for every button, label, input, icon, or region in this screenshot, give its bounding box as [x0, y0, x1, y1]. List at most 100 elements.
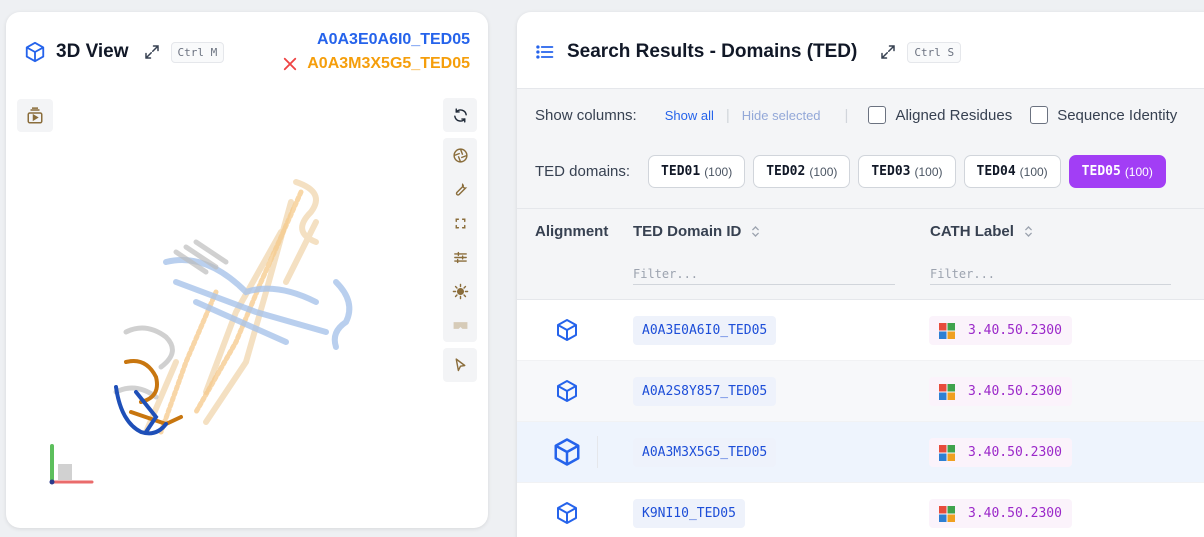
checkbox-box[interactable]: [868, 106, 887, 124]
rotate-icon: [453, 107, 467, 123]
tab-ted03[interactable]: TED03 (100): [858, 155, 956, 188]
3d-view-header: 3D View Ctrl M: [24, 38, 225, 66]
ted-domain-id[interactable]: A0A3E0A6I0_TED05: [633, 316, 777, 345]
checkbox-label: Sequence Identity: [1057, 106, 1178, 124]
cath-code: 3.40.50.2300: [968, 506, 1062, 521]
close-icon[interactable]: [281, 55, 299, 73]
show-columns-row: Show columns: Show all | Hide selected |…: [535, 105, 1195, 125]
cube-icon[interactable]: [555, 501, 579, 525]
column-header-label: TED Domain ID: [633, 223, 742, 240]
aligned-residues-checkbox[interactable]: Aligned Residues: [868, 106, 1012, 124]
checkbox-box[interactable]: [1030, 106, 1049, 124]
tab-ted05[interactable]: TED05 (100): [1068, 155, 1166, 188]
tab-ted01[interactable]: TED01 (100): [648, 155, 746, 188]
column-header-label: CATH Label: [930, 223, 1014, 240]
tab-name: TED05: [1081, 164, 1121, 179]
3d-view-title: 3D View: [56, 41, 129, 62]
search-results-title: Search Results - Domains (TED): [567, 41, 858, 62]
vr-button[interactable]: [443, 308, 477, 342]
cath-logo-icon: [939, 444, 955, 461]
tool-group: [443, 138, 477, 342]
cath-code: 3.40.50.2300: [968, 323, 1062, 338]
separator: |: [844, 106, 849, 124]
tab-name: TED02: [766, 164, 806, 179]
ted-domain-id[interactable]: K9NI10_TED05: [633, 499, 745, 528]
cath-logo-icon: [939, 505, 955, 522]
tab-ted04[interactable]: TED04 (100): [963, 155, 1061, 188]
cube-icon: [25, 41, 45, 63]
rotate-button[interactable]: [443, 98, 477, 132]
cath-filter-input[interactable]: [930, 263, 1171, 285]
3d-view-panel: 3D View Ctrl M A0A3E0A6I0_TED05 A0A3M3X5…: [6, 12, 488, 528]
tab-count: (100): [1019, 164, 1048, 179]
cube-icon[interactable]: [552, 436, 582, 468]
cath-label[interactable]: 3.40.50.2300: [929, 499, 1072, 528]
ted-domain-id[interactable]: A0A2S8Y857_TED05: [633, 377, 777, 406]
cube-icon[interactable]: [555, 379, 579, 403]
aperture-icon: [452, 147, 468, 163]
protein-structure[interactable]: [86, 162, 386, 462]
tab-ted02[interactable]: TED02 (100): [753, 155, 851, 188]
ted-domains-label: TED domains:: [535, 163, 631, 180]
table-row[interactable]: A0A3E0A6I0_TED05 3.40.50.2300: [517, 300, 1204, 361]
sort-icon[interactable]: [1024, 225, 1033, 238]
hide-selected-link[interactable]: Hide selected: [742, 108, 821, 123]
expand-icon[interactable]: [879, 43, 897, 61]
sequence-identity-checkbox[interactable]: Sequence Identity: [1030, 106, 1177, 124]
aperture-button[interactable]: [443, 138, 477, 172]
column-header-label: Alignment: [535, 223, 609, 240]
sort-icon[interactable]: [751, 225, 760, 238]
cube-icon[interactable]: [555, 318, 579, 342]
cath-code: 3.40.50.2300: [968, 384, 1062, 399]
cath-label[interactable]: 3.40.50.2300: [929, 377, 1072, 406]
tab-count: (100): [809, 164, 838, 179]
select-mode-button[interactable]: [443, 348, 477, 382]
cath-label[interactable]: 3.40.50.2300: [929, 438, 1072, 467]
cath-label[interactable]: 3.40.50.2300: [929, 316, 1072, 345]
expand-icon[interactable]: [143, 43, 161, 61]
checkbox-label: Aligned Residues: [895, 106, 1013, 124]
vr-icon: [453, 321, 467, 329]
tab-count: (100): [1124, 164, 1153, 179]
lighting-button[interactable]: [443, 274, 477, 308]
table-row-selected[interactable]: A0A3M3X5G5_TED05 3.40.50.2300: [517, 422, 1204, 483]
shortcut-badge: Ctrl S: [907, 41, 962, 63]
cath-code: 3.40.50.2300: [968, 445, 1062, 460]
shortcut-badge: Ctrl M: [170, 41, 225, 63]
primary-structure-label: A0A3E0A6I0_TED05: [317, 31, 470, 48]
axes-gizmo: [49, 444, 94, 485]
replay-icon: [27, 106, 43, 123]
show-all-link[interactable]: Show all: [665, 108, 714, 123]
ted-domain-id[interactable]: A0A3M3X5G5_TED05: [633, 438, 777, 467]
viewer-toolbar: [443, 98, 477, 388]
table-header: Alignment TED Domain ID CATH Label: [517, 208, 1204, 300]
fullscreen-button[interactable]: [443, 206, 477, 240]
column-header-cath-label[interactable]: CATH Label: [930, 223, 1033, 240]
tab-name: TED04: [976, 164, 1016, 179]
controls-button[interactable]: [443, 240, 477, 274]
list-icon: [536, 45, 554, 59]
ted-id-filter-input[interactable]: [633, 263, 895, 285]
replay-button[interactable]: [17, 99, 53, 132]
ted-domains-row: TED domains: TED01 (100) TED02 (100) TED…: [535, 155, 1174, 188]
search-results-header: Search Results - Domains (TED) Ctrl S: [535, 38, 962, 66]
structure-legend: A0A3E0A6I0_TED05 A0A3M3X5G5_TED05: [281, 28, 470, 76]
cursor-icon: [455, 357, 465, 371]
show-columns-label: Show columns:: [535, 106, 637, 124]
wrench-icon: [455, 182, 467, 196]
results-controls: Show columns: Show all | Hide selected |…: [517, 88, 1204, 208]
tab-count: (100): [914, 164, 943, 179]
column-header-alignment: Alignment: [535, 223, 608, 240]
secondary-structure-row: A0A3M3X5G5_TED05: [281, 52, 470, 76]
settings-button[interactable]: [443, 172, 477, 206]
tab-name: TED03: [871, 164, 911, 179]
secondary-structure-label: A0A3M3X5G5_TED05: [307, 55, 470, 72]
tab-count: (100): [704, 164, 733, 179]
column-header-ted-domain-id[interactable]: TED Domain ID: [633, 223, 760, 240]
fullscreen-icon: [455, 218, 465, 228]
table-row[interactable]: K9NI10_TED05 3.40.50.2300: [517, 483, 1204, 537]
sliders-icon: [453, 251, 467, 263]
separator: |: [725, 106, 730, 124]
brightness-icon: [452, 283, 468, 299]
table-row[interactable]: A0A2S8Y857_TED05 3.40.50.2300: [517, 361, 1204, 422]
